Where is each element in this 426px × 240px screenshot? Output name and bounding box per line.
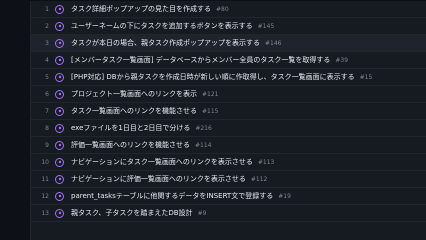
left-gutter — [0, 0, 30, 240]
issue-title[interactable]: parent_tasksテーブルに他関するデータをINSERT文で登録する — [71, 191, 273, 201]
issue-open-icon — [55, 208, 64, 218]
table-row[interactable]: 10 ナビゲーションにタスク一覧画面へのリンクを表示させる #113 — [31, 154, 426, 171]
issue-title[interactable]: 親タスク、子タスクを踏まえたDB設計 — [71, 208, 193, 218]
row-number: 9 — [45, 141, 49, 149]
row-number: 13 — [41, 209, 49, 217]
issue-open-icon — [55, 4, 64, 14]
issue-number: #115 — [202, 107, 219, 115]
row-number: 5 — [45, 73, 49, 81]
table-row[interactable]: 2 ユーザーネームの下にタスクを追加するボタンを表示する #145 — [31, 18, 426, 35]
issue-number: #112 — [250, 175, 268, 183]
issue-open-icon — [55, 21, 64, 31]
issue-title[interactable]: ナビゲーションに評価一覧画面へのリンクを表示させる — [71, 174, 246, 184]
table-row[interactable]: 4 [メンバータスク一覧画面] データベースからメンバー全員のタスク一覧を取得する… — [31, 52, 426, 69]
table-row[interactable]: ⠿3タスクが本日の場合、親タスク作成ポップアップを表示する#146 — [31, 35, 426, 52]
issue-title[interactable]: ナビゲーションにタスク一覧画面へのリンクを表示させる — [71, 157, 253, 167]
issue-number: #15 — [359, 73, 373, 81]
issue-title[interactable]: exeファイルを1日目と2日目で分ける — [71, 123, 190, 133]
issue-open-icon — [55, 72, 64, 82]
issue-title[interactable]: [メンバータスク一覧画面] データベースからメンバー全員のタスク一覧を取得する — [71, 55, 330, 65]
row-number: 4 — [45, 56, 49, 64]
row-number: 3 — [45, 39, 49, 47]
table-row[interactable]: 6 プロジェクト一覧画面へのリンクを表示 #121 — [31, 86, 426, 103]
table-row[interactable]: 11 ナビゲーションに評価一覧画面へのリンクを表示させる #112 — [31, 171, 426, 188]
table-row[interactable]: 13 親タスク、子タスクを踏まえたDB設計 #9 — [31, 205, 426, 222]
issue-number: #19 — [278, 192, 291, 200]
row-number: 10 — [41, 158, 49, 166]
issue-number: #121 — [202, 90, 219, 98]
issue-title[interactable]: タスク詳細ポップアップの見た目を作成する — [71, 4, 211, 14]
row-number: 2 — [45, 22, 49, 30]
issue-open-icon — [55, 55, 64, 65]
issue-list: 1 タスク詳細ポップアップの見た目を作成する #80 2 ユーザーネームの下にタスクを… — [30, 1, 426, 240]
issue-title[interactable]: 評価一覧画面へのリンクを機能させる — [71, 140, 190, 150]
issue-title[interactable]: プロジェクト一覧画面へのリンクを表示 — [71, 89, 197, 99]
issue-number: #9 — [197, 209, 207, 217]
issue-open-icon — [55, 38, 64, 48]
table-row[interactable]: 5 [PHP対応] DBから親タスクを作成日時が新しい順に作取得し、タスク一覧画面… — [31, 69, 426, 86]
issue-open-icon — [55, 191, 64, 201]
row-number: 11 — [41, 175, 49, 183]
row-number: 12 — [41, 192, 49, 200]
row-number: 1 — [45, 5, 49, 13]
issue-open-icon — [55, 140, 64, 150]
issue-open-icon — [55, 123, 64, 133]
row-number: 6 — [45, 90, 49, 98]
issue-open-icon — [55, 174, 64, 184]
issue-number: #113 — [257, 158, 275, 166]
issue-number: #145 — [257, 22, 275, 30]
issue-number: #216 — [195, 124, 212, 132]
issue-title[interactable]: タスクが本日の場合、親タスク作成ポップアップを表示する — [71, 38, 260, 48]
issue-title[interactable]: タスク一覧画面へのリンクを機能させる — [71, 106, 197, 116]
table-row[interactable]: 9 評価一覧画面へのリンクを機能させる #114 — [31, 137, 426, 154]
row-number: 8 — [45, 124, 49, 132]
table-row[interactable]: 1 タスク詳細ポップアップの見た目を作成する #80 — [31, 1, 426, 18]
issue-open-icon — [55, 157, 64, 167]
table-row[interactable]: 8 exeファイルを1日目と2日目で分ける #216 — [31, 120, 426, 137]
issue-number: #146 — [265, 39, 282, 47]
table-row[interactable]: 12 parent_tasksテーブルに他関するデータをINSERT文で登録する #… — [31, 188, 426, 205]
issue-title[interactable]: [PHP対応] DBから親タスクを作成日時が新しい順に作取得し、タスク一覧画面に… — [71, 72, 355, 82]
issue-title[interactable]: ユーザーネームの下にタスクを追加するボタンを表示する — [71, 21, 253, 31]
issue-number: #114 — [195, 141, 212, 149]
table-row[interactable]: 7 タスク一覧画面へのリンクを機能させる #115 — [31, 103, 426, 120]
issue-number: #80 — [216, 5, 229, 13]
row-number: 7 — [45, 107, 49, 115]
issue-open-icon — [55, 89, 64, 99]
issue-number: #39 — [335, 56, 349, 64]
issue-open-icon — [55, 106, 64, 116]
